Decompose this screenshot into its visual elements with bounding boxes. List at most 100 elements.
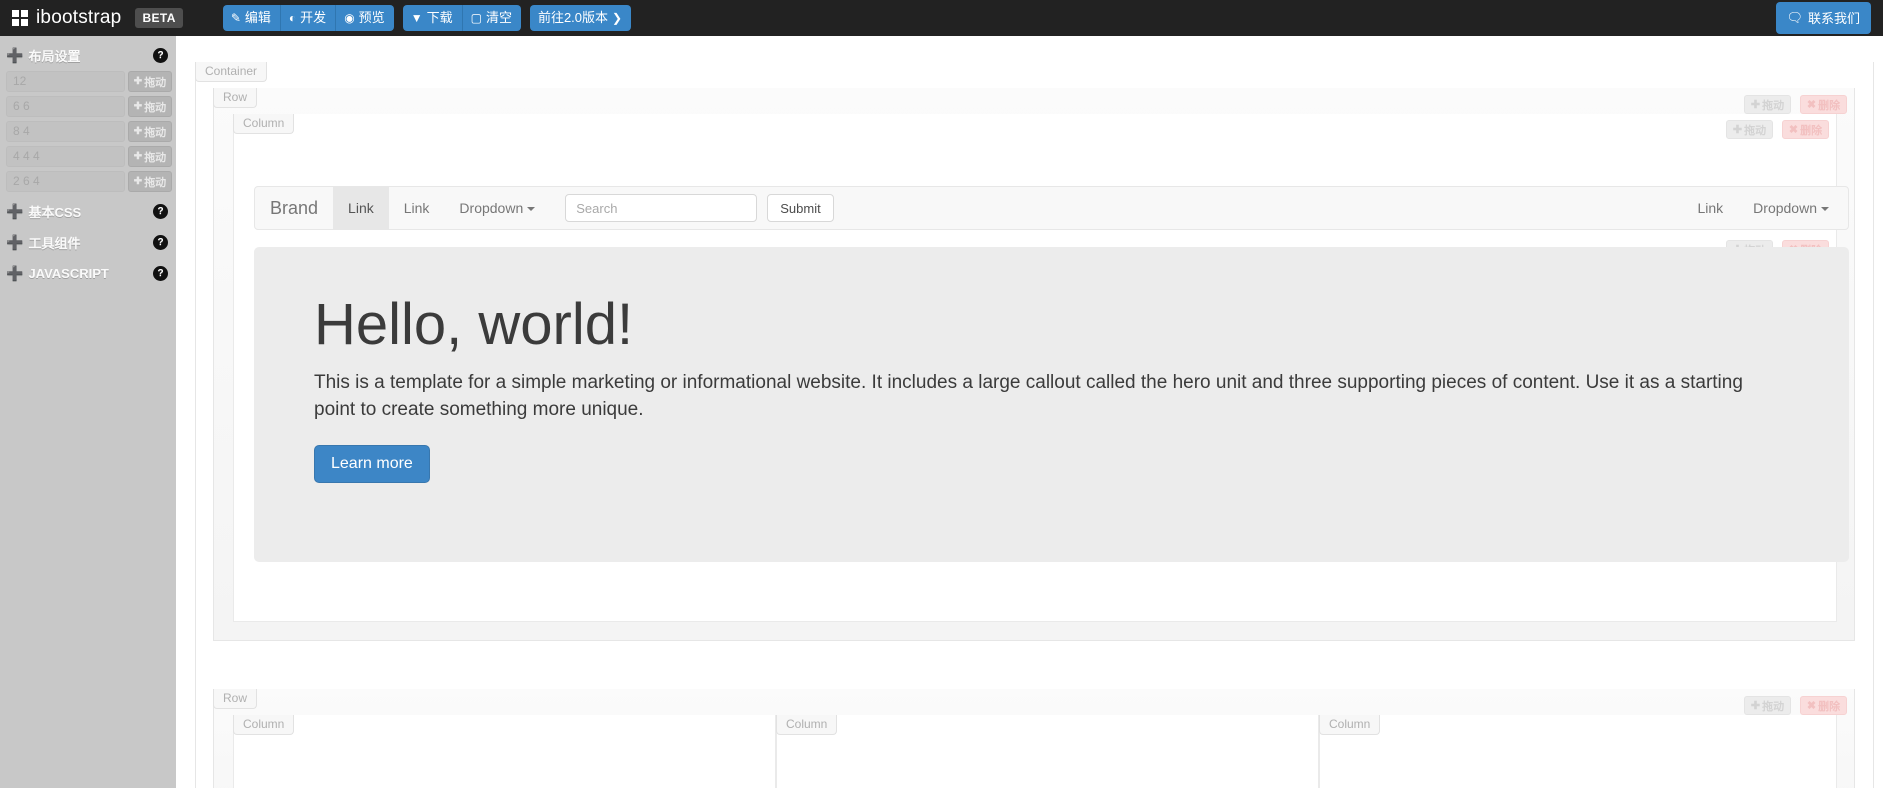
help-icon-components[interactable]: ? bbox=[153, 235, 168, 250]
move-arrows-icon: ✚ bbox=[134, 76, 142, 87]
row-delete-label-2: 删除 bbox=[1818, 698, 1840, 714]
jumbotron-widget[interactable]: Hello, world! This is a template for a s… bbox=[254, 247, 1849, 562]
row-delete-button-1[interactable]: ✖ 删除 bbox=[1800, 95, 1847, 114]
layout-preset-value-0[interactable]: 12 bbox=[6, 71, 125, 92]
layout-preset-drag-3[interactable]: ✚ 拖动 bbox=[128, 146, 172, 167]
chevron-down-icon bbox=[527, 207, 535, 211]
column-actions-1: ✚ 拖动 ✖ 删除 bbox=[1726, 120, 1829, 139]
layout-preset-row: 12 ✚ 拖动 bbox=[6, 71, 172, 92]
layout-preset-value-2[interactable]: 8 4 bbox=[6, 121, 125, 142]
eye-preview-icon: ◉ bbox=[344, 12, 354, 24]
move-arrows-icon: ✚ bbox=[134, 101, 142, 112]
toolbar-right: 🗨 联系我们 bbox=[1776, 2, 1871, 34]
navbar-dropdown-left-label: Dropdown bbox=[459, 200, 523, 216]
sidebar-section-components[interactable]: ➕ 工具组件 ? bbox=[0, 227, 176, 258]
navbar-brand[interactable]: Brand bbox=[255, 187, 333, 229]
sidebar-section-css[interactable]: ➕ 基本CSS ? bbox=[0, 196, 176, 227]
row-drag-button-1[interactable]: ✚ 拖动 bbox=[1744, 95, 1791, 114]
clear-button[interactable]: ▢ 清空 bbox=[463, 5, 521, 31]
develop-button-label: 开发 bbox=[300, 11, 326, 24]
navbar-dropdown-left[interactable]: Dropdown bbox=[444, 187, 550, 229]
close-x-icon: ✖ bbox=[1807, 98, 1816, 111]
plus-icon: ➕ bbox=[6, 234, 23, 251]
move-arrows-icon: ✚ bbox=[1733, 123, 1742, 136]
navbar-submit-button[interactable]: Submit bbox=[767, 194, 833, 222]
learn-more-button[interactable]: Learn more bbox=[314, 445, 430, 483]
column-block-2a[interactable]: Column bbox=[233, 715, 776, 788]
code-dev-icon: ◐ bbox=[289, 12, 296, 24]
goto-v2-label: 前往2.0版本 bbox=[538, 11, 608, 24]
row-actions-1: ✚ 拖动 ✖ 删除 bbox=[1744, 95, 1847, 114]
contact-us-button[interactable]: 🗨 联系我们 bbox=[1776, 2, 1871, 34]
navbar-link-right[interactable]: Link bbox=[1682, 187, 1738, 229]
close-x-icon: ✖ bbox=[1807, 699, 1816, 712]
sidebar-section-javascript-label: JAVASCRIPT bbox=[28, 266, 153, 281]
column-tag[interactable]: Column bbox=[1319, 715, 1380, 735]
move-arrows-icon: ✚ bbox=[134, 126, 142, 137]
layout-preset-value-4[interactable]: 2 6 4 bbox=[6, 171, 125, 192]
row-drag-label-1: 拖动 bbox=[1762, 97, 1784, 113]
row-block-1[interactable]: Row ✚ 拖动 ✖ 删除 Column ✚ 拖动 bbox=[213, 88, 1855, 641]
layout-preset-drag-label-4: 拖动 bbox=[144, 174, 166, 190]
help-icon-css[interactable]: ? bbox=[153, 204, 168, 219]
left-sidebar: ➕ 布局设置 ? 12 ✚ 拖动 6 6 ✚ 拖动 8 4 ✚ 拖动 4 4 4… bbox=[0, 36, 176, 788]
clear-button-label: 清空 bbox=[486, 11, 512, 24]
toolbar-button-groups: ✎ 编辑 ◐ 开发 ◉ 预览 ▼ 下载 ▢ 清空 前往2 bbox=[223, 5, 631, 31]
container-block[interactable]: Container Row ✚ 拖动 ✖ 删除 Column ✚ bbox=[195, 62, 1874, 788]
row-drag-button-2[interactable]: ✚ 拖动 bbox=[1744, 696, 1791, 715]
help-icon-layout[interactable]: ? bbox=[153, 48, 168, 63]
contact-us-label: 联系我们 bbox=[1808, 8, 1860, 27]
column-tag[interactable]: Column bbox=[233, 114, 294, 134]
navbar-link-1[interactable]: Link bbox=[333, 187, 389, 229]
navbar-dropdown-right[interactable]: Dropdown bbox=[1738, 187, 1844, 229]
layout-preset-drag-0[interactable]: ✚ 拖动 bbox=[128, 71, 172, 92]
trash-clear-icon: ▢ bbox=[471, 12, 482, 24]
toolbar-group-version: 前往2.0版本 ❯ bbox=[530, 5, 631, 31]
app-brand-name: ibootstrap bbox=[36, 7, 121, 29]
plus-icon: ➕ bbox=[6, 47, 23, 64]
column-drag-label-1: 拖动 bbox=[1744, 122, 1766, 138]
download-button[interactable]: ▼ 下载 bbox=[403, 5, 463, 31]
column-tag[interactable]: Column bbox=[233, 715, 294, 735]
row-tag[interactable]: Row bbox=[213, 88, 257, 108]
navbar-right-items: Link Dropdown bbox=[1682, 187, 1848, 229]
layout-preset-row: 2 6 4 ✚ 拖动 bbox=[6, 171, 172, 192]
column-block-2b[interactable]: Column bbox=[776, 715, 1319, 788]
preview-button[interactable]: ◉ 预览 bbox=[336, 5, 394, 31]
layout-preset-value-3[interactable]: 4 4 4 bbox=[6, 146, 125, 167]
layout-preset-drag-1[interactable]: ✚ 拖动 bbox=[128, 96, 172, 117]
edit-button[interactable]: ✎ 编辑 bbox=[223, 5, 281, 31]
layout-preset-drag-4[interactable]: ✚ 拖动 bbox=[128, 171, 172, 192]
container-tag[interactable]: Container bbox=[195, 62, 267, 82]
toolbar-group-mode: ✎ 编辑 ◐ 开发 ◉ 预览 bbox=[223, 5, 394, 31]
layout-preset-drag-2[interactable]: ✚ 拖动 bbox=[128, 121, 172, 142]
sidebar-section-javascript[interactable]: ➕ JAVASCRIPT ? bbox=[0, 258, 176, 289]
layout-preset-value-1[interactable]: 6 6 bbox=[6, 96, 125, 117]
row-delete-button-2[interactable]: ✖ 删除 bbox=[1800, 696, 1847, 715]
help-icon-javascript[interactable]: ? bbox=[153, 266, 168, 281]
toolbar-group-file: ▼ 下载 ▢ 清空 bbox=[403, 5, 521, 31]
navbar-link-2[interactable]: Link bbox=[389, 187, 445, 229]
chevron-right-icon: ❯ bbox=[612, 12, 622, 24]
app-logo[interactable]: ibootstrap bbox=[12, 7, 121, 29]
develop-button[interactable]: ◐ 开发 bbox=[281, 5, 336, 31]
sidebar-section-components-label: 工具组件 bbox=[28, 233, 153, 252]
row-block-2[interactable]: Row ✚ 拖动 ✖ 删除 Column Column Column bbox=[213, 689, 1855, 788]
move-arrows-icon: ✚ bbox=[1751, 699, 1760, 712]
preview-button-label: 预览 bbox=[359, 11, 385, 24]
column-delete-button-1[interactable]: ✖ 删除 bbox=[1782, 120, 1829, 139]
goto-v2-button[interactable]: 前往2.0版本 ❯ bbox=[530, 5, 631, 31]
column-block-1[interactable]: Column ✚ 拖动 ✖ 删除 Brand Link Link bbox=[233, 114, 1837, 622]
top-toolbar: ibootstrap BETA ✎ 编辑 ◐ 开发 ◉ 预览 ▼ 下载 ▢ bbox=[0, 0, 1883, 36]
layout-preset-row: 8 4 ✚ 拖动 bbox=[6, 121, 172, 142]
navbar-widget[interactable]: Brand Link Link Dropdown Submit Link Dro… bbox=[254, 186, 1849, 230]
sidebar-section-layout[interactable]: ➕ 布局设置 ? bbox=[0, 40, 176, 71]
layout-preset-row: 4 4 4 ✚ 拖动 bbox=[6, 146, 172, 167]
navbar-search-input[interactable] bbox=[565, 194, 757, 222]
row-tag[interactable]: Row bbox=[213, 689, 257, 709]
row-actions-2: ✚ 拖动 ✖ 删除 bbox=[1744, 696, 1847, 715]
column-tag[interactable]: Column bbox=[776, 715, 837, 735]
jumbotron-paragraph: This is a template for a simple marketin… bbox=[314, 369, 1784, 423]
column-drag-button-1[interactable]: ✚ 拖动 bbox=[1726, 120, 1773, 139]
column-block-2c[interactable]: Column bbox=[1319, 715, 1837, 788]
